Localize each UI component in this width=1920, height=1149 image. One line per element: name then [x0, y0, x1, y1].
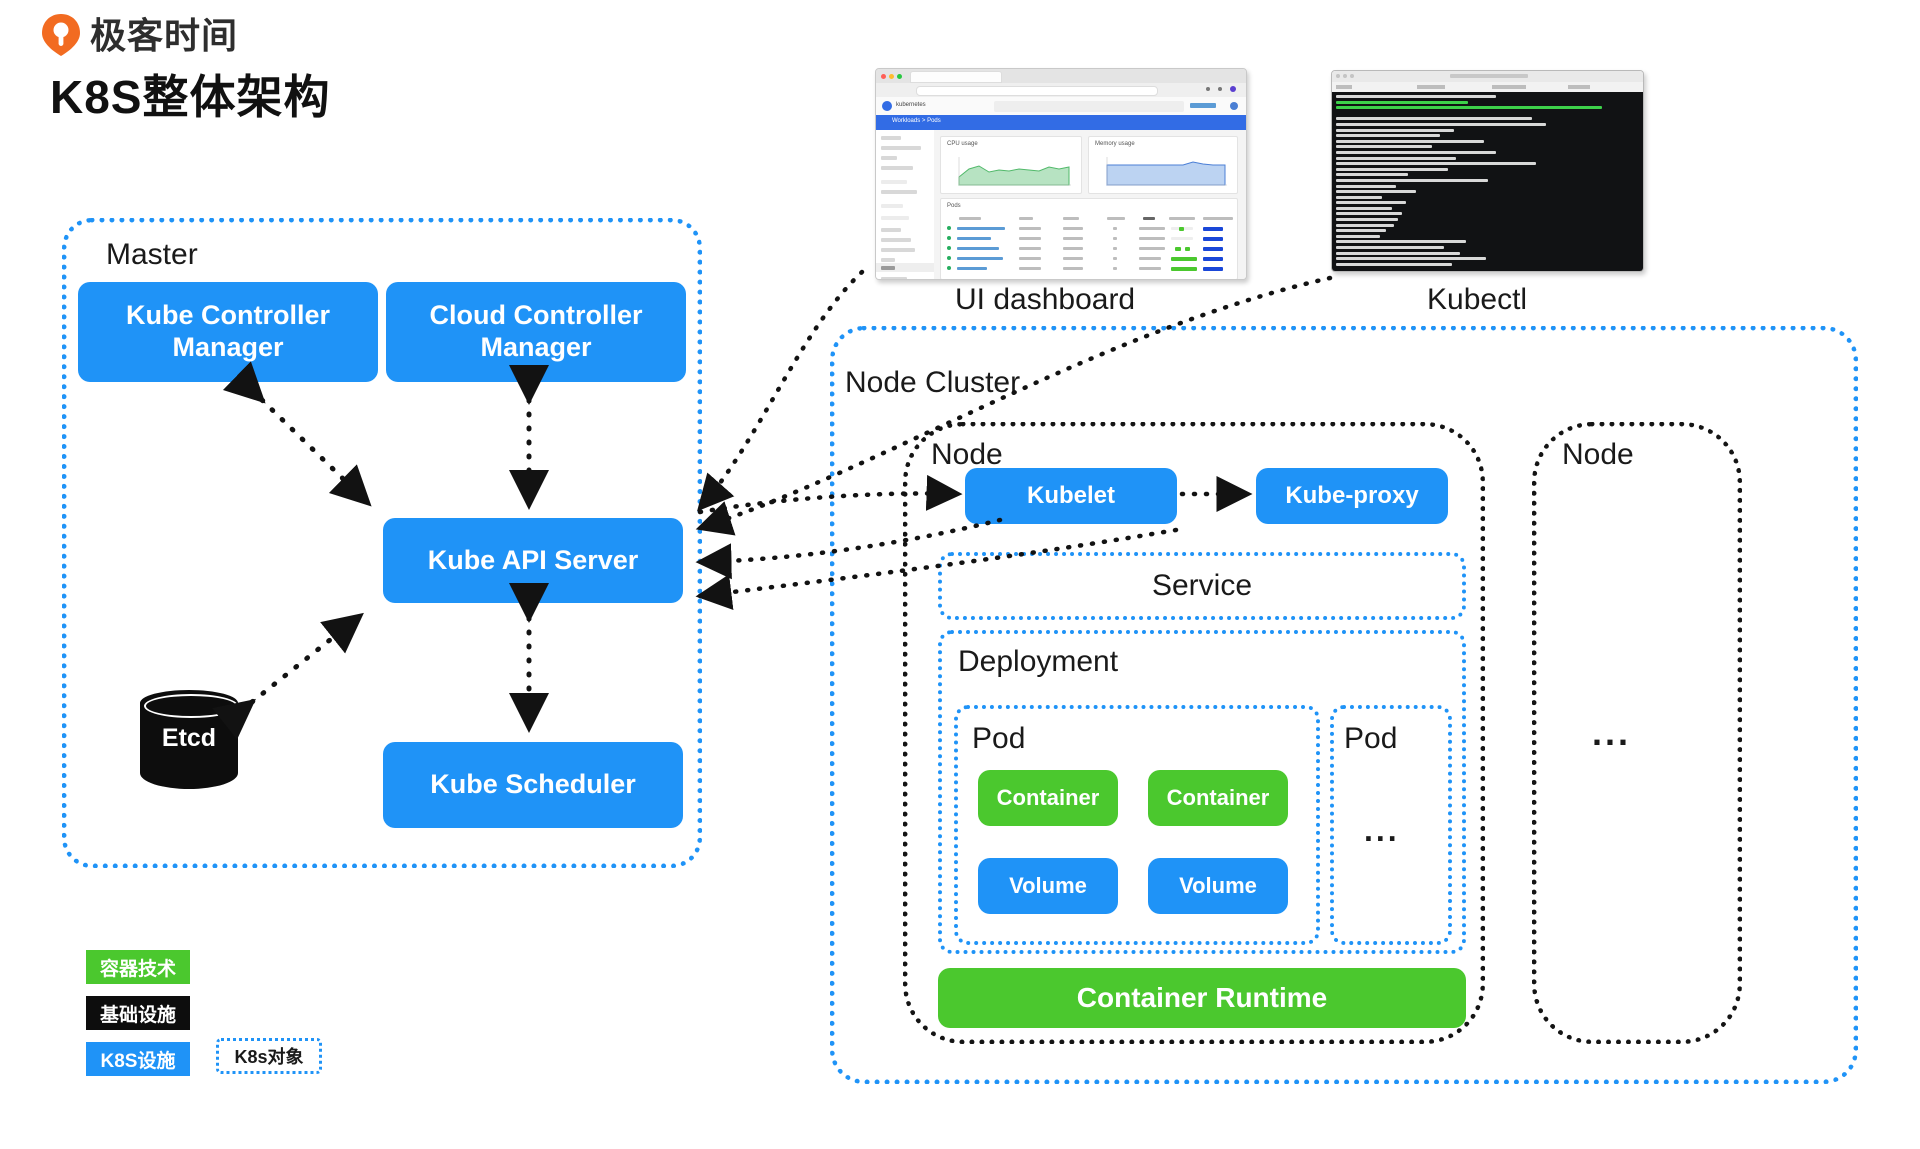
kubectl-terminal-screenshot[interactable] — [1331, 70, 1644, 272]
memory-usage-title: Memory usage — [1095, 141, 1135, 147]
container-1[interactable]: Container — [978, 770, 1118, 826]
terminal-output — [1332, 92, 1643, 271]
memory-usage-area-chart — [1106, 157, 1227, 186]
dashboard-main: CPU usage Memory usage Pods — [934, 130, 1246, 279]
minimize-icon — [1343, 74, 1347, 78]
kubectl-caption: Kubectl — [1427, 283, 1528, 316]
pod-2-ellipsis: ... — [1364, 812, 1400, 848]
profile-avatar[interactable] — [1230, 86, 1236, 92]
legend-item-container-tech: 容器技术 — [86, 950, 190, 984]
page-title: K8S整体架构 — [50, 71, 331, 123]
dashboard-appbar: kubernetes — [876, 97, 1246, 116]
brand-name: 极客时间 — [90, 15, 239, 56]
deployment-label: Deployment — [958, 645, 1119, 678]
legend-item-k8s-object: K8s对象 — [216, 1038, 322, 1074]
volume-1[interactable]: Volume — [978, 858, 1118, 914]
legend-item-infrastructure: 基础设施 — [86, 996, 190, 1030]
account-avatar[interactable] — [1230, 102, 1238, 110]
container-2[interactable]: Container — [1148, 770, 1288, 826]
node-2-region — [1532, 422, 1742, 1044]
breadcrumb-text: Workloads > Pods — [892, 118, 941, 124]
close-icon — [881, 74, 886, 79]
volume-2[interactable]: Volume — [1148, 858, 1288, 914]
legend-item-k8s-facility: K8S设施 — [86, 1042, 190, 1076]
extensions-icon[interactable] — [1218, 87, 1222, 91]
etcd-label: Etcd — [161, 724, 217, 752]
cloud-controller-manager-node[interactable]: Cloud Controller Manager — [386, 282, 686, 382]
kube-proxy-node[interactable]: Kube-proxy — [1256, 468, 1448, 524]
container-runtime[interactable]: Container Runtime — [938, 968, 1466, 1028]
maximize-icon — [897, 74, 902, 79]
maximize-icon — [1350, 74, 1354, 78]
kube-controller-manager-node[interactable]: Kube Controller Manager — [78, 282, 378, 382]
master-label: Master — [106, 238, 198, 271]
pod-2-label: Pod — [1344, 722, 1398, 755]
node-2-ellipsis: ... — [1592, 712, 1632, 753]
terminal-window-title — [1450, 74, 1528, 78]
etcd-database-cylinder[interactable]: Etcd — [140, 690, 238, 802]
service-label: Service — [1151, 569, 1253, 602]
kube-scheduler-node[interactable]: Kube Scheduler — [383, 742, 683, 828]
browser-tab[interactable] — [910, 71, 1002, 83]
breadcrumb: Workloads > Pods — [876, 115, 1246, 130]
cpu-usage-title: CPU usage — [947, 141, 978, 147]
node-1-label: Node — [931, 438, 1003, 471]
minimize-icon — [889, 74, 894, 79]
dashboard-search-input[interactable] — [994, 101, 1184, 112]
geek-time-pin-logo-icon — [38, 12, 84, 58]
ui-dashboard-caption: UI dashboard — [955, 283, 1136, 316]
dashboard-brand: kubernetes — [896, 102, 926, 108]
ui-dashboard-screenshot[interactable]: kubernetes Workloads > Pods CPU usage Me… — [875, 68, 1247, 280]
pods-table-card: Pods — [940, 198, 1238, 279]
kubernetes-logo-icon — [882, 101, 892, 111]
node-cluster-label: Node Cluster — [845, 366, 1021, 399]
kube-api-server-node[interactable]: Kube API Server — [383, 518, 683, 603]
cpu-usage-area-chart — [958, 157, 1071, 186]
node-2-label: Node — [1562, 438, 1634, 471]
cpu-usage-card: CPU usage — [940, 136, 1082, 194]
dashboard-sidebar[interactable] — [876, 130, 935, 279]
kubelet-node[interactable]: Kubelet — [965, 468, 1177, 524]
bookmark-icon[interactable] — [1206, 87, 1210, 91]
create-button[interactable] — [1190, 103, 1216, 108]
close-icon — [1336, 74, 1340, 78]
pod-1-label: Pod — [972, 722, 1026, 755]
pods-table-title: Pods — [947, 203, 961, 209]
url-input[interactable] — [916, 86, 1158, 96]
browser-urlbar[interactable] — [876, 83, 1246, 98]
memory-usage-card: Memory usage — [1088, 136, 1238, 194]
browser-titlebar — [876, 69, 1246, 84]
